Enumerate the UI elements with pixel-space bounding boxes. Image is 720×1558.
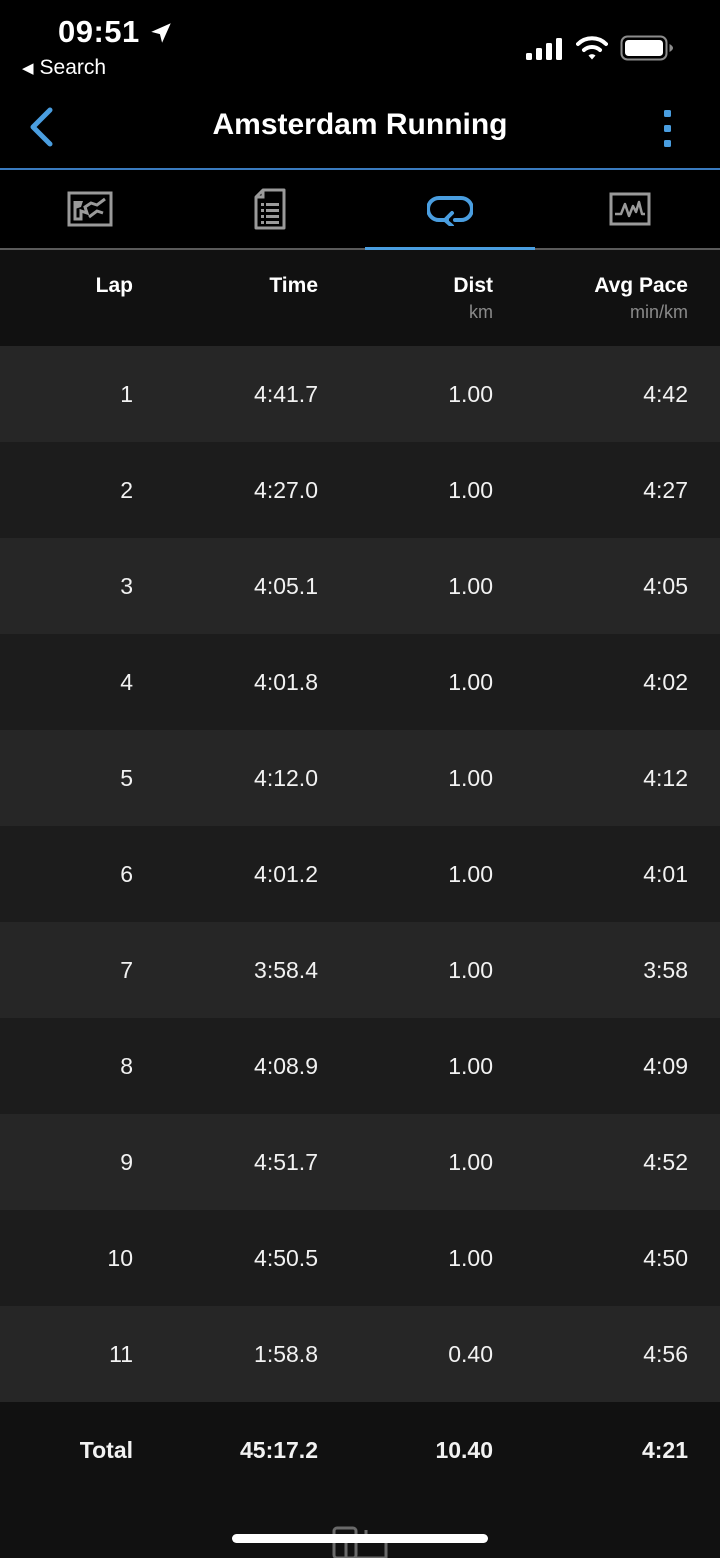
lap-distance: 1.00 (448, 1149, 493, 1175)
chart-icon (609, 192, 651, 226)
lap-number: 3 (120, 573, 133, 599)
back-to-search-link[interactable]: ◀ Search (22, 56, 106, 80)
details-list-icon (254, 188, 286, 230)
lap-avg-pace: 4:12 (643, 765, 688, 791)
activity-tab-bar (0, 170, 720, 250)
lap-avg-pace: 4:02 (643, 669, 688, 695)
lap-distance: 1.00 (448, 669, 493, 695)
total-label: Total (79, 1437, 133, 1463)
lap-avg-pace: 4:42 (643, 381, 688, 407)
lap-number: 11 (109, 1341, 133, 1367)
cellular-signal-icon (526, 38, 562, 60)
table-row[interactable]: 5 4:12.0 1.00 4:12 (0, 730, 720, 826)
table-row[interactable]: 11 1:58.8 0.40 4:56 (0, 1306, 720, 1402)
total-row: Total 45:17.2 10.40 4:21 (0, 1402, 720, 1498)
lap-number: 4 (120, 669, 133, 695)
lap-number: 1 (120, 381, 133, 407)
total-avg-pace: 4:21 (641, 1437, 688, 1463)
location-arrow-icon (151, 23, 171, 43)
lap-distance: 1.00 (448, 1245, 493, 1271)
tab-charts[interactable] (540, 170, 720, 248)
lap-time: 4:41.7 (254, 381, 318, 407)
lap-time: 4:50.5 (254, 1245, 318, 1271)
lap-number: 2 (120, 477, 133, 503)
lap-avg-pace: 4:52 (643, 1149, 688, 1175)
lap-distance: 1.00 (448, 477, 493, 503)
table-row[interactable]: 6 4:01.2 1.00 4:01 (0, 826, 720, 922)
table-row[interactable]: 8 4:08.9 1.00 4:09 (0, 1018, 720, 1114)
laps-table-body: 1 4:41.7 1.00 4:42 2 4:27.0 1.00 4:27 3 … (0, 346, 720, 1402)
lap-time: 4:27.0 (254, 477, 318, 503)
map-icon (67, 191, 113, 227)
back-app-label: Search (39, 56, 107, 79)
column-header-avg-pace: Avg Pace min/km (594, 274, 688, 323)
lap-avg-pace: 3:58 (643, 957, 688, 983)
lap-number: 8 (120, 1053, 133, 1079)
lap-avg-pace: 4:50 (643, 1245, 688, 1271)
lap-number: 10 (107, 1245, 133, 1271)
lap-number: 5 (120, 765, 133, 791)
status-time: 09:51 (58, 14, 140, 49)
lap-distance: 0.40 (448, 1341, 493, 1367)
lap-distance: 1.00 (448, 1053, 493, 1079)
tab-laps[interactable] (360, 170, 540, 250)
lap-distance: 1.00 (448, 957, 493, 983)
lap-distance: 1.00 (448, 381, 493, 407)
navigation-bar: Amsterdam Running (0, 90, 720, 170)
lap-avg-pace: 4:27 (643, 477, 688, 503)
lap-number: 6 (120, 861, 133, 887)
battery-icon (620, 35, 673, 61)
lap-number: 9 (120, 1149, 133, 1175)
column-label-avg-pace: Avg Pace (594, 274, 688, 297)
lap-time: 4:01.8 (254, 669, 318, 695)
lap-time: 4:51.7 (254, 1149, 318, 1175)
wifi-icon (576, 36, 608, 60)
lap-number: 7 (120, 957, 133, 983)
table-row[interactable]: 4 4:01.8 1.00 4:02 (0, 634, 720, 730)
column-label-time: Time (269, 274, 318, 297)
lap-avg-pace: 4:05 (643, 573, 688, 599)
tab-details[interactable] (180, 170, 360, 248)
lap-distance: 1.00 (448, 861, 493, 887)
lap-time: 3:58.4 (254, 957, 318, 983)
column-label-dist: Dist (453, 274, 493, 297)
table-row[interactable]: 9 4:51.7 1.00 4:52 (0, 1114, 720, 1210)
table-row[interactable]: 2 4:27.0 1.00 4:27 (0, 442, 720, 538)
column-unit-dist: km (469, 302, 493, 322)
lap-avg-pace: 4:56 (643, 1341, 688, 1367)
laps-table-header: Lap Time Dist km Avg Pace min/km (0, 250, 720, 346)
lap-time: 4:12.0 (254, 765, 318, 791)
column-header-time: Time (269, 274, 318, 298)
column-unit-pace: min/km (630, 302, 688, 322)
lap-distance: 1.00 (448, 573, 493, 599)
column-header-lap: Lap (96, 274, 133, 298)
lap-time: 1:58.8 (254, 1341, 318, 1367)
lap-time: 4:05.1 (254, 573, 318, 599)
total-time: 45:17.2 (239, 1437, 318, 1463)
home-indicator[interactable] (232, 1534, 488, 1543)
table-row[interactable]: 10 4:50.5 1.00 4:50 (0, 1210, 720, 1306)
lap-avg-pace: 4:01 (643, 861, 688, 887)
table-row[interactable]: 3 4:05.1 1.00 4:05 (0, 538, 720, 634)
column-header-dist: Dist km (453, 274, 493, 323)
status-bar: 09:51 ◀ Search (0, 0, 720, 90)
page-title: Amsterdam Running (212, 108, 508, 141)
laps-loop-icon (427, 196, 473, 226)
lap-avg-pace: 4:09 (643, 1053, 688, 1079)
column-label-lap: Lap (95, 274, 133, 297)
table-row[interactable]: 1 4:41.7 1.00 4:42 (0, 346, 720, 442)
more-vertical-icon[interactable] (654, 104, 682, 154)
lap-distance: 1.00 (448, 765, 493, 791)
total-distance: 10.40 (435, 1437, 493, 1463)
tab-map[interactable] (0, 170, 180, 248)
back-triangle-icon: ◀ (22, 60, 34, 77)
table-row[interactable]: 7 3:58.4 1.00 3:58 (0, 922, 720, 1018)
lap-time: 4:08.9 (254, 1053, 318, 1079)
lap-time: 4:01.2 (254, 861, 318, 887)
